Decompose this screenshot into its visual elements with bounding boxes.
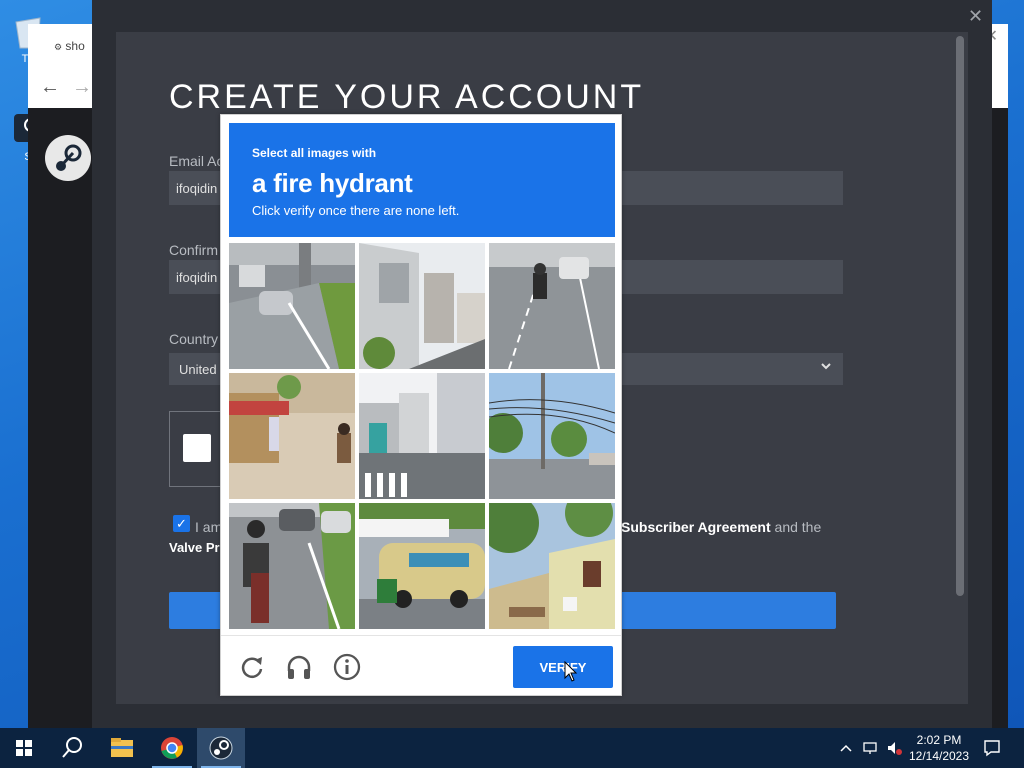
recaptcha-checkbox[interactable] (183, 434, 211, 462)
windows-logo-icon (16, 740, 32, 756)
recaptcha-challenge: Select all images with a fire hydrant Cl… (220, 114, 622, 696)
folder-icon (111, 738, 133, 757)
back-button[interactable]: ← (40, 76, 60, 99)
captcha-tile-7[interactable] (229, 503, 355, 629)
steam-icon (209, 736, 233, 760)
challenge-header: Select all images with a fire hydrant Cl… (229, 123, 615, 237)
agree-checkbox[interactable]: ✓ (173, 515, 190, 532)
challenge-target: a fire hydrant (252, 168, 413, 198)
captcha-tile-3[interactable] (489, 243, 615, 369)
country-selected-value: United (179, 362, 217, 377)
search-icon (62, 737, 82, 758)
clock-date: 12/14/2023 (908, 749, 970, 763)
captcha-tile-9[interactable] (489, 503, 615, 629)
captcha-tile-4[interactable] (229, 373, 355, 499)
headphones-icon[interactable] (284, 652, 314, 682)
search-button[interactable] (48, 728, 96, 768)
steam-logo-icon (45, 135, 91, 181)
system-clock[interactable]: 2:02 PM 12/14/2023 (906, 732, 972, 764)
volume-muted-icon[interactable] (886, 740, 902, 756)
verify-button[interactable]: VERIFY (513, 646, 613, 688)
chrome-icon (161, 737, 183, 759)
taskbar-chrome[interactable] (148, 728, 196, 768)
network-icon[interactable] (862, 740, 878, 756)
chevron-down-icon (821, 363, 831, 370)
clock-time: 2:02 PM (916, 733, 962, 747)
captcha-tile-6[interactable] (489, 373, 615, 499)
agree-text-suffix: Subscriber Agreement and the (621, 519, 821, 535)
captcha-tile-2[interactable] (359, 243, 485, 369)
agree-text-prefix: I am (195, 519, 223, 535)
challenge-instruction: Select all images with (252, 146, 377, 160)
panel-scrollbar[interactable] (956, 36, 964, 596)
start-button[interactable] (0, 728, 48, 768)
tab-favicon-icon: ⚙ (54, 42, 63, 52)
subscriber-agreement-link[interactable]: Subscriber Agreement (621, 519, 771, 535)
captcha-tile-8[interactable] (359, 503, 485, 629)
reload-icon[interactable] (237, 652, 267, 682)
info-icon[interactable] (332, 652, 362, 682)
country-label: Country (169, 331, 219, 347)
taskbar-steam[interactable] (197, 728, 245, 768)
challenge-hint: Click verify once there are none left. (252, 203, 460, 218)
challenge-footer: VERIFY (221, 635, 621, 697)
captcha-tile-5[interactable] (359, 373, 485, 499)
email-label: Email Ac (169, 153, 224, 169)
mouse-cursor-icon (564, 661, 578, 682)
taskbar: 2:02 PM 12/14/2023 (0, 728, 1024, 768)
taskbar-file-explorer[interactable] (98, 728, 146, 768)
page-title: CREATE YOUR ACCOUNT (169, 78, 645, 116)
challenge-image-grid (229, 243, 615, 629)
captcha-tile-1[interactable] (229, 243, 355, 369)
privacy-policy-link[interactable]: Valve Pr (169, 540, 220, 555)
tab-title: sho (65, 39, 85, 53)
chevron-up-icon[interactable] (838, 740, 854, 756)
notification-icon[interactable] (982, 738, 1002, 758)
confirm-email-label: Confirm (169, 242, 219, 258)
agree-suffix-text: and the (770, 519, 822, 535)
dialog-close-icon[interactable]: ✕ (968, 6, 983, 27)
forward-button[interactable]: → (72, 76, 92, 99)
